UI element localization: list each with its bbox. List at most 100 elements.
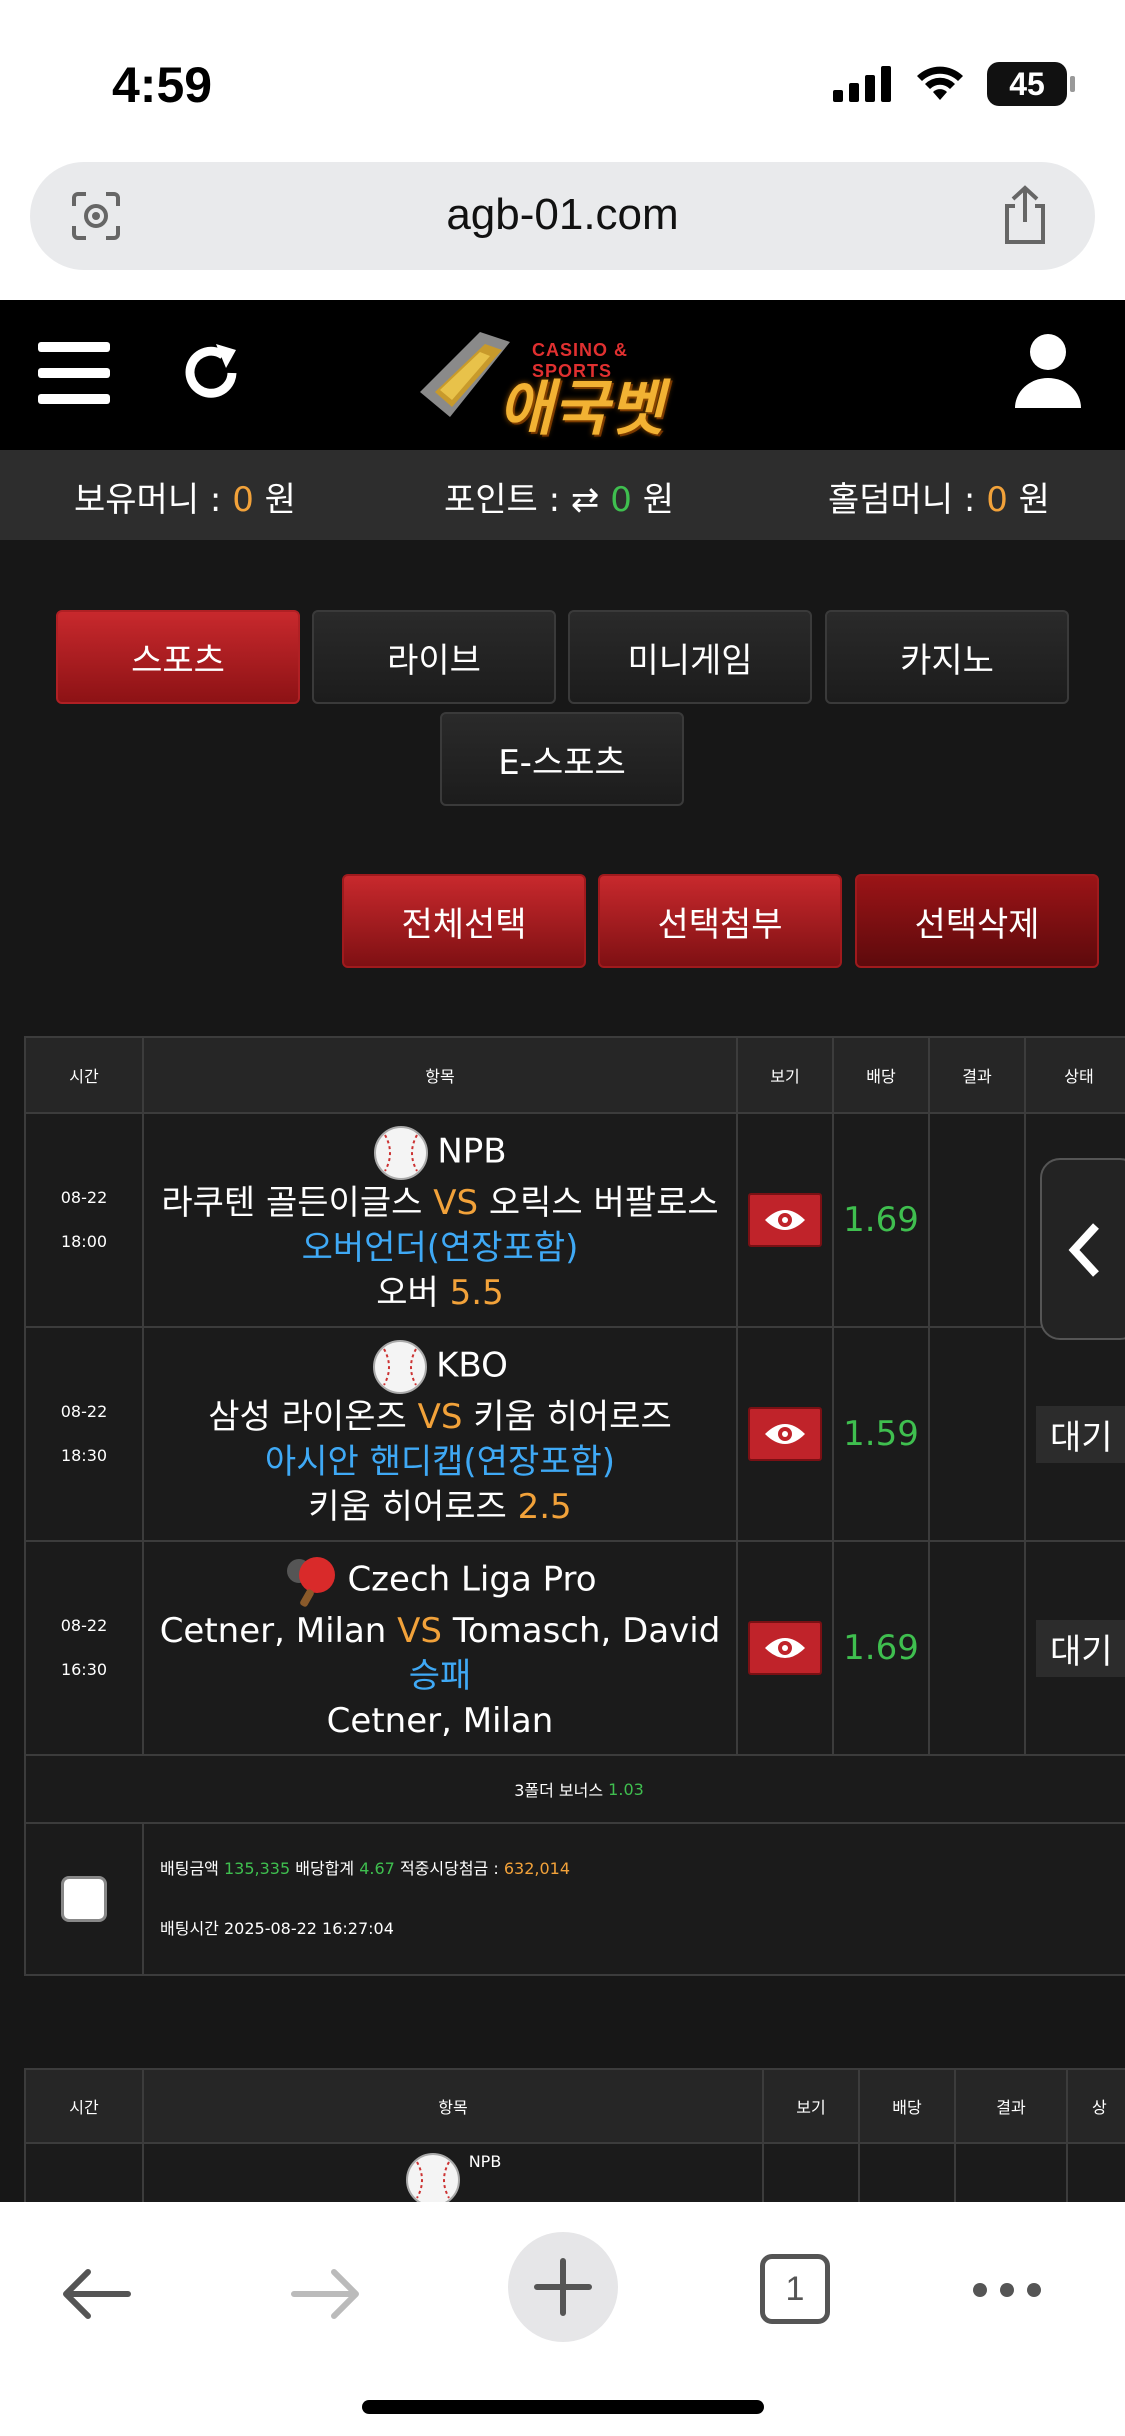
eye-icon[interactable] <box>748 1193 822 1247</box>
eye-icon[interactable] <box>748 1407 822 1461</box>
bet-time-value: 2025-08-22 16:27:04 <box>223 1919 394 1938</box>
more-icon[interactable] <box>970 2280 1044 2300</box>
holding-money-value: 0 <box>232 480 254 520</box>
row1-matchup: 라쿠텐 골든이글스 VS 오릭스 버팔로스 <box>161 1181 718 1226</box>
holdem-value: 0 <box>986 480 1008 520</box>
url-field[interactable]: agb-01.com <box>30 162 1095 270</box>
browser-address-bar: agb-01.com <box>0 160 1125 300</box>
point-value: 0 <box>610 480 632 520</box>
row1-item: NPB 라쿠텐 골든이글스 VS 오릭스 버팔로스 오버언더(연장포함) 오버 … <box>142 1112 738 1328</box>
row1-market: 오버언더(연장포함) <box>301 1227 579 1268</box>
t2-header-item: 항목 <box>142 2068 764 2144</box>
select-checkbox[interactable] <box>61 1876 107 1922</box>
back-arrow-icon[interactable] <box>58 2266 132 2322</box>
row1-league-line: NPB <box>373 1125 507 1181</box>
status-time: 4:59 <box>112 57 213 113</box>
forward-arrow-icon[interactable] <box>290 2266 364 2322</box>
tab-sports[interactable]: 스포츠 <box>56 610 300 704</box>
point-label: 포인트 : <box>444 480 561 520</box>
menu-icon[interactable] <box>38 342 110 404</box>
row2-home: 삼성 라이온즈 <box>208 1396 407 1437</box>
row2-view <box>736 1326 834 1542</box>
holding-money-unit: 원 <box>264 480 296 520</box>
bonus-value: 1.03 <box>608 1779 644 1799</box>
tab-casino[interactable]: 카지노 <box>825 610 1069 704</box>
amount-value: 135,335 <box>223 1859 291 1878</box>
ios-status-bar: 4:59 45 <box>0 0 1125 160</box>
row2-vs: VS <box>417 1396 463 1437</box>
signal-icon <box>833 66 891 102</box>
row3-result <box>928 1540 1026 1756</box>
tabs-button[interactable]: 1 <box>760 2254 830 2324</box>
row1-vs: VS <box>433 1182 479 1223</box>
site-logo[interactable]: CASINO & SPORTS 애국벳 <box>410 312 700 444</box>
tab-minigame[interactable]: 미니게임 <box>568 610 812 704</box>
side-panel-toggle[interactable] <box>1040 1158 1125 1340</box>
row3-status-tag: 대기 <box>1036 1619 1125 1677</box>
user-icon[interactable] <box>1013 330 1083 410</box>
header-item: 항목 <box>142 1036 738 1114</box>
select-all-button[interactable]: 전체선택 <box>342 874 586 968</box>
status-icons: 45 <box>833 62 1075 106</box>
header-status: 상태 <box>1024 1036 1125 1114</box>
payout-value: 632,014 <box>503 1859 571 1878</box>
summary-line-2: 배팅시간 2025-08-22 16:27:04 <box>160 1899 394 1959</box>
row3-view <box>736 1540 834 1756</box>
bet-time-label: 배팅시간 <box>160 1919 219 1938</box>
row3-time: 08-22 16:30 <box>24 1540 144 1756</box>
summary-line-1: 배팅금액 135,335 배당합계 4.67 적중시당첨금 : 632,014 <box>160 1839 570 1899</box>
row1-pick-value: 5.5 <box>449 1272 504 1313</box>
row2-result <box>928 1326 1026 1542</box>
select-checkbox-cell <box>24 1822 144 1976</box>
new-tab-button[interactable] <box>508 2232 618 2342</box>
point-money: 포인트 : ⇄ 0 원 <box>444 472 674 521</box>
money-bar: 보유머니 : 0 원 포인트 : ⇄ 0 원 홀덤머니 : 0 원 <box>0 450 1125 540</box>
attach-selected-button[interactable]: 선택첨부 <box>598 874 842 968</box>
eye-icon[interactable] <box>748 1621 822 1675</box>
payout-label: 적중시당첨금 : <box>399 1859 499 1878</box>
row3-date: 08-22 <box>60 1616 108 1635</box>
row3-vs: VS <box>397 1610 443 1651</box>
share-icon[interactable] <box>997 184 1053 246</box>
point-unit: 원 <box>642 480 674 520</box>
row2-status: 대기 <box>1024 1326 1125 1542</box>
header-odds: 배당 <box>832 1036 930 1114</box>
row1-clock: 18:00 <box>60 1232 108 1251</box>
site-header: CASINO & SPORTS 애국벳 <box>0 300 1125 450</box>
exchange-icon[interactable]: ⇄ <box>571 480 600 520</box>
holding-money: 보유머니 : 0 원 <box>74 472 296 521</box>
holdem-label: 홀덤머니 : <box>828 480 976 520</box>
header-time: 시간 <box>24 1036 144 1114</box>
row1-pick: 오버 <box>376 1272 439 1313</box>
header-result: 결과 <box>928 1036 1026 1114</box>
t2-header-view: 보기 <box>762 2068 860 2144</box>
logo-title: 애국벳 <box>498 374 664 444</box>
tab-esports[interactable]: E-스포츠 <box>440 712 684 806</box>
row3-item: Czech Liga Pro Cetner, Milan VS Tomasch,… <box>142 1540 738 1756</box>
tab-live[interactable]: 라이브 <box>312 610 556 704</box>
row1-away: 오릭스 버팔로스 <box>488 1182 719 1223</box>
refresh-icon[interactable] <box>178 340 244 406</box>
folder-bonus-row: 3폴더 보너스 1.03 <box>24 1754 1125 1824</box>
header-view: 보기 <box>736 1036 834 1114</box>
row3-odds: 1.69 <box>832 1540 930 1756</box>
row1-home: 라쿠텐 골든이글스 <box>161 1182 423 1223</box>
row2-date: 08-22 <box>60 1402 108 1421</box>
holding-money-label: 보유머니 : <box>74 480 222 520</box>
row3-market: 승패 <box>408 1655 472 1696</box>
row2-league: KBO <box>436 1345 508 1385</box>
row2-pick: 키움 히어로즈 <box>308 1486 507 1527</box>
table-tennis-icon <box>287 1556 336 1607</box>
t2-header-odds: 배당 <box>858 2068 956 2144</box>
bet-summary: 배팅금액 135,335 배당합계 4.67 적중시당첨금 : 632,014 … <box>142 1822 1125 1976</box>
delete-selected-button[interactable]: 선택삭제 <box>855 874 1099 968</box>
baseball-icon <box>373 1339 428 1394</box>
row1-league: NPB <box>437 1131 507 1171</box>
row2-item: KBO 삼성 라이온즈 VS 키움 히어로즈 아시안 핸디캡(연장포함) 키움 … <box>142 1326 738 1542</box>
row2-time: 08-22 18:30 <box>24 1326 144 1542</box>
chevron-left-icon <box>1068 1223 1099 1277</box>
row3-home: Cetner, Milan <box>159 1610 387 1651</box>
row1-odds: 1.69 <box>832 1112 930 1328</box>
row3-away: Tomasch, David <box>452 1610 721 1651</box>
baseball-icon <box>405 2153 460 2207</box>
